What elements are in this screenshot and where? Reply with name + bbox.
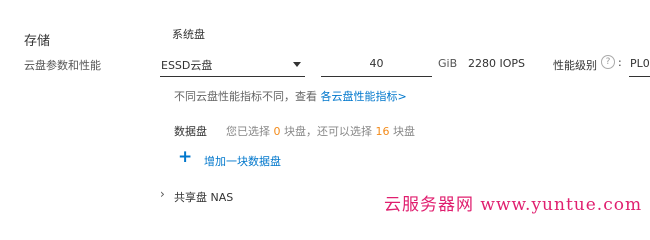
data-disk-summary: 您已选择 0 块盘，还可以选择 16 块盘 [226, 123, 415, 139]
section-subtitle: 云盘参数和性能 [24, 59, 101, 72]
disk-size-input[interactable]: 40 [321, 50, 432, 77]
watermark: 云服务器网 www.yuntue.com [384, 195, 643, 215]
help-icon[interactable]: ? [601, 55, 615, 69]
disk-size-value: 40 [369, 57, 384, 70]
selected-count: 0 [273, 125, 281, 138]
perf-level-label: 性能级别 [553, 59, 597, 72]
summary-mid: 块盘，还可以选择 [280, 125, 376, 138]
perf-colon: : [618, 56, 622, 69]
size-unit: GiB [438, 57, 458, 70]
shared-disk-label: 共享盘 NAS [174, 191, 234, 204]
add-data-disk-label: 增加一块数据盘 [204, 155, 281, 168]
disk-type-select[interactable]: ESSD云盘 [160, 50, 305, 77]
remaining-count: 16 [375, 125, 390, 138]
plus-icon: + [178, 147, 193, 167]
perf-hint: 不同云盘性能指标不同，查看 各云盘性能指标> [174, 88, 407, 104]
perf-level-value: PL0 [630, 57, 650, 70]
disk-type-selected: ESSD云盘 [161, 59, 213, 72]
section-title: 存储 [24, 34, 51, 49]
perf-level-select[interactable]: PL0 [629, 50, 650, 77]
perf-hint-link[interactable]: 各云盘性能指标> [321, 90, 407, 103]
system-disk-label: 系统盘 [172, 28, 205, 41]
summary-prefix: 您已选择 [226, 125, 274, 138]
summary-suffix: 块盘 [389, 125, 415, 138]
chevron-right-icon: › [160, 187, 165, 201]
chevron-down-icon [293, 62, 301, 67]
perf-hint-text: 不同云盘性能指标不同，查看 [174, 90, 321, 103]
data-disk-label: 数据盘 [174, 125, 207, 138]
iops-value: 2280 IOPS [468, 57, 526, 70]
